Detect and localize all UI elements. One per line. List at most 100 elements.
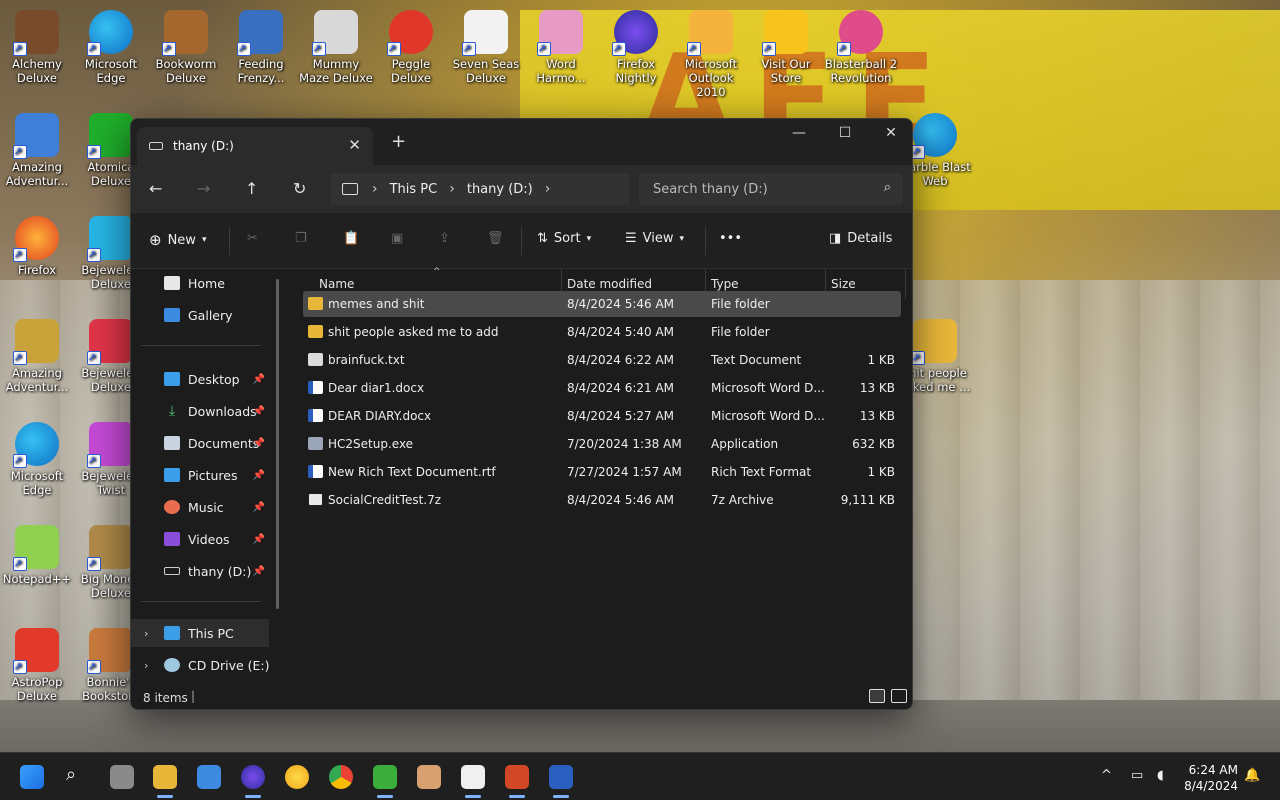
chevron-up-icon[interactable]: ^ <box>1101 768 1112 783</box>
search-icon[interactable]: ⌕ <box>66 764 76 785</box>
address-bar[interactable]: › This PC › thany (D:) › <box>330 173 630 205</box>
chevron-right-icon[interactable]: › <box>144 659 148 672</box>
desktop-icon-word-harmony[interactable]: Word Harmo... <box>524 10 598 85</box>
view-button[interactable]: ☰ View ▾ <box>625 231 684 246</box>
sidebar-item-thany-d[interactable]: thany (D:) 📌 <box>131 557 269 585</box>
chevron-right-icon[interactable]: › <box>449 181 455 197</box>
breadcrumb-thany-d[interactable]: thany (D:) <box>467 182 533 197</box>
refresh-button[interactable]: ↻ <box>293 179 306 198</box>
desktop-icon-firefox[interactable]: Firefox <box>0 216 74 277</box>
7zip-icon[interactable] <box>461 765 485 798</box>
desktop-icon-mummy-maze[interactable]: Mummy Maze Deluxe <box>299 10 373 85</box>
desktop-icon-feeding-frenzy[interactable]: Feeding Frenzy... <box>224 10 298 85</box>
details-pane-button[interactable]: ◨ Details <box>829 231 892 246</box>
start-icon[interactable] <box>20 765 44 789</box>
file-size: 632 KB <box>852 437 895 451</box>
pin-icon[interactable]: 📌 <box>253 438 265 449</box>
desktop-icon-bookworm[interactable]: Bookworm Deluxe <box>149 10 223 85</box>
pin-icon[interactable]: 📌 <box>253 374 265 385</box>
word-icon[interactable] <box>549 765 573 798</box>
file-explorer-taskbar-icon[interactable] <box>153 765 177 798</box>
chevron-right-icon[interactable]: › <box>545 181 551 197</box>
app-yellow-icon[interactable] <box>285 765 309 789</box>
search-input[interactable]: Search thany (D:) ⌕ <box>639 173 903 205</box>
table-row[interactable]: shit people asked me to add 8/4/2024 5:4… <box>303 319 901 345</box>
desktop-icon-edge[interactable]: Microsoft Edge <box>74 10 148 85</box>
table-row[interactable]: DEAR DIARY.docx 8/4/2024 5:27 AM Microso… <box>303 403 901 429</box>
large-icons-view-icon[interactable] <box>891 689 907 703</box>
file-size: 1 KB <box>867 465 895 479</box>
close-window-button[interactable]: ✕ <box>868 125 912 141</box>
copy-icon[interactable]: ❐ <box>295 231 307 246</box>
microsoft-store-icon[interactable] <box>197 765 221 789</box>
rename-icon[interactable]: ▣ <box>391 231 403 246</box>
desktop-icon-amazing-adventures-1[interactable]: Amazing Adventur... <box>0 113 74 188</box>
volume-icon[interactable]: ◖ <box>1157 768 1164 783</box>
column-divider[interactable] <box>905 269 906 299</box>
details-view-icon[interactable] <box>869 689 885 703</box>
sidebar-item-music[interactable]: Music 📌 <box>131 493 269 521</box>
desktop-icon-edge-2[interactable]: Microsoft Edge <box>0 422 74 497</box>
notification-bell-icon[interactable]: 🔔 <box>1244 768 1260 783</box>
table-row[interactable]: New Rich Text Document.rtf 7/27/2024 1:5… <box>303 459 901 485</box>
tab-thany-d[interactable]: thany (D:) ✕ <box>137 127 373 165</box>
breadcrumb-this-pc[interactable]: This PC <box>390 182 438 197</box>
powerpoint-icon[interactable] <box>505 765 529 798</box>
sidebar-item-videos[interactable]: Videos 📌 <box>131 525 269 553</box>
sidebar-item-cd-drive[interactable]: › CD Drive (E:) 70( <box>131 651 269 679</box>
atomica-taskbar-icon[interactable] <box>373 765 397 798</box>
table-row[interactable]: Dear diar1.docx 8/4/2024 6:21 AM Microso… <box>303 375 901 401</box>
sidebar-item-gallery[interactable]: Gallery <box>131 301 269 329</box>
chevron-right-icon[interactable]: › <box>144 627 148 640</box>
desktop-icon-amazing-adventures-2[interactable]: Amazing Adventur... <box>0 319 74 394</box>
task-view-icon[interactable] <box>110 765 134 789</box>
sidebar-item-documents[interactable]: Documents 📌 <box>131 429 269 457</box>
minimize-button[interactable]: — <box>776 125 822 141</box>
new-button[interactable]: ⊕ New ▾ <box>149 231 206 249</box>
table-row[interactable]: brainfuck.txt 8/4/2024 6:22 AM Text Docu… <box>303 347 901 373</box>
pin-icon[interactable]: 📌 <box>253 406 265 417</box>
maximize-button[interactable]: ☐ <box>822 125 868 141</box>
desktop-icon-peggle[interactable]: Peggle Deluxe <box>374 10 448 85</box>
delete-icon[interactable]: 🗑 <box>487 231 504 246</box>
table-row[interactable]: SocialCreditTest.7z 8/4/2024 5:46 AM 7z … <box>303 487 901 513</box>
sidebar-item-label: Home <box>188 275 225 291</box>
desktop-icon-blasterball[interactable]: Blasterball 2 Revolution <box>824 10 898 85</box>
table-row[interactable]: HC2Setup.exe 7/20/2024 1:38 AM Applicati… <box>303 431 901 457</box>
paste-icon[interactable]: 📋 <box>343 231 359 246</box>
desktop-icon-outlook[interactable]: Microsoft Outlook 2010 <box>674 10 748 99</box>
pin-icon[interactable]: 📌 <box>253 566 265 577</box>
drive-icon <box>164 567 180 575</box>
desktop-icon-notepadpp[interactable]: Notepad++ <box>0 525 74 586</box>
sidebar-item-pictures[interactable]: Pictures 📌 <box>131 461 269 489</box>
up-button[interactable]: ↑ <box>245 179 258 198</box>
table-row[interactable]: memes and shit 8/4/2024 5:46 AM File fol… <box>303 291 901 317</box>
desktop-icon-visit-store[interactable]: Visit Our Store <box>749 10 823 85</box>
game-taskbar-icon[interactable] <box>417 765 441 789</box>
pin-icon[interactable]: 📌 <box>253 534 265 545</box>
clock[interactable]: 6:24 AM 8/4/2024 <box>1184 762 1238 794</box>
desktop-icon-astropop[interactable]: AstroPop Deluxe <box>0 628 74 703</box>
more-options-button[interactable]: ••• <box>719 231 742 246</box>
back-button[interactable]: ← <box>149 179 162 198</box>
desktop-icon-seven-seas[interactable]: Seven Seas Deluxe <box>449 10 523 85</box>
pin-icon[interactable]: 📌 <box>253 470 265 481</box>
sidebar-item-home[interactable]: Home <box>131 269 269 297</box>
firefox-nightly-taskbar-icon[interactable] <box>241 765 265 798</box>
desktop-icon-firefox-nightly[interactable]: Firefox Nightly <box>599 10 673 85</box>
network-icon[interactable]: ▭ <box>1131 768 1143 783</box>
cut-icon[interactable]: ✂ <box>247 231 258 246</box>
sidebar-item-this-pc[interactable]: › This PC <box>131 619 269 647</box>
close-tab-button[interactable]: ✕ <box>348 136 361 154</box>
desktop-icon-alchemy[interactable]: Alchemy Deluxe <box>0 10 74 85</box>
sidebar-scrollbar[interactable] <box>276 279 279 609</box>
new-tab-button[interactable]: + <box>391 131 406 152</box>
share-icon[interactable]: ⇪ <box>439 231 450 246</box>
sidebar-item-desktop[interactable]: Desktop 📌 <box>131 365 269 393</box>
sidebar-item-downloads[interactable]: ⤓ Downloads 📌 <box>131 397 269 425</box>
forward-button[interactable]: → <box>197 179 210 198</box>
sort-button[interactable]: ⇅ Sort ▾ <box>537 231 591 246</box>
chrome-icon[interactable] <box>329 765 353 789</box>
pin-icon[interactable]: 📌 <box>253 502 265 513</box>
chevron-right-icon[interactable]: › <box>372 181 378 197</box>
